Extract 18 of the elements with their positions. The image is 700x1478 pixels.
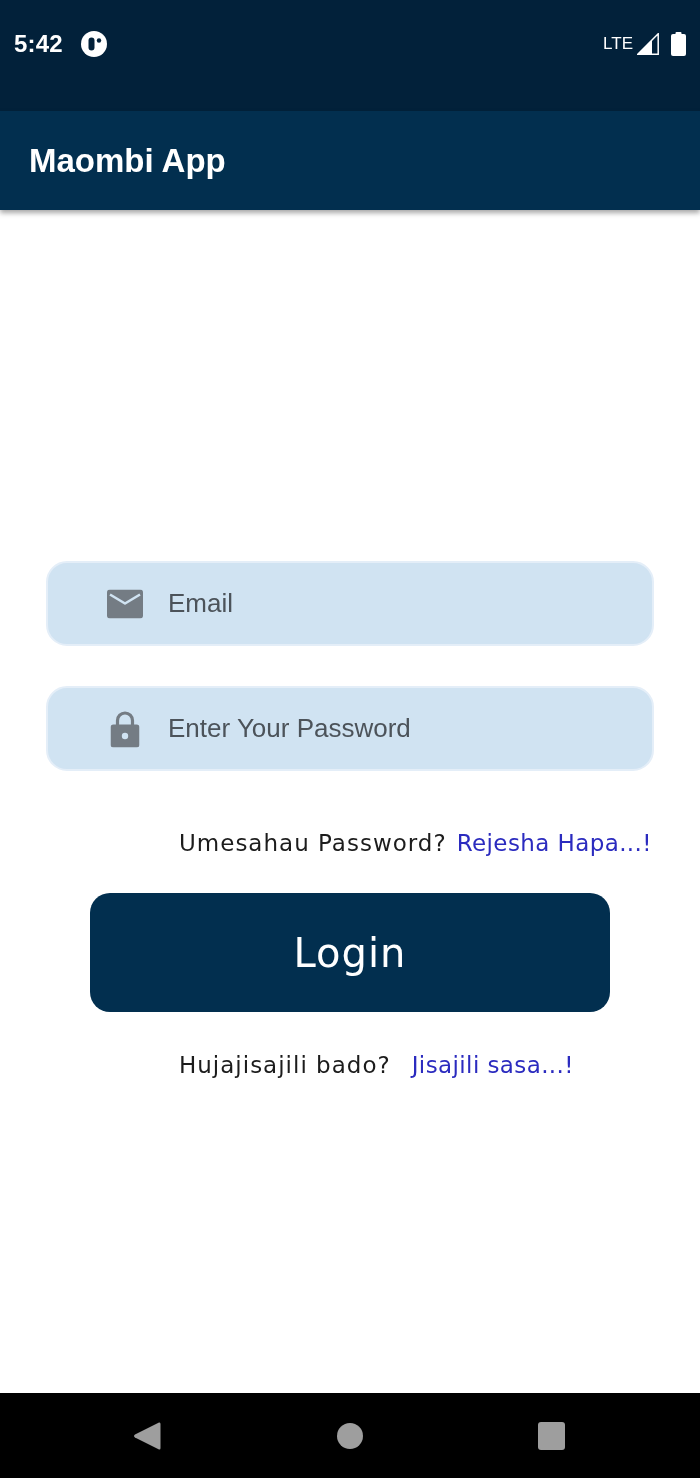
signal-icon — [637, 33, 659, 55]
battery-icon — [671, 32, 686, 56]
notification-icon — [80, 31, 107, 57]
register-prompt: Hujajisajili bado? — [179, 1052, 391, 1078]
forgot-password-prompt: Umesahau Password? — [179, 830, 447, 856]
recents-icon[interactable] — [538, 1421, 565, 1450]
password-field[interactable]: Enter Your Password — [46, 686, 654, 771]
back-icon[interactable] — [133, 1420, 161, 1451]
envelope-icon — [107, 589, 143, 618]
clock-time: 5:42 — [14, 30, 63, 58]
home-icon[interactable] — [337, 1422, 363, 1449]
email-field[interactable]: Email — [46, 561, 654, 646]
reset-password-link[interactable]: Rejesha Hapa...! — [456, 830, 652, 856]
register-link[interactable]: Jisajili sasa...! — [411, 1052, 574, 1078]
app-title: Maombi App — [29, 141, 226, 180]
lock-icon — [110, 710, 140, 747]
login-button[interactable]: Login — [90, 893, 610, 1012]
network-type: LTE — [603, 34, 633, 54]
